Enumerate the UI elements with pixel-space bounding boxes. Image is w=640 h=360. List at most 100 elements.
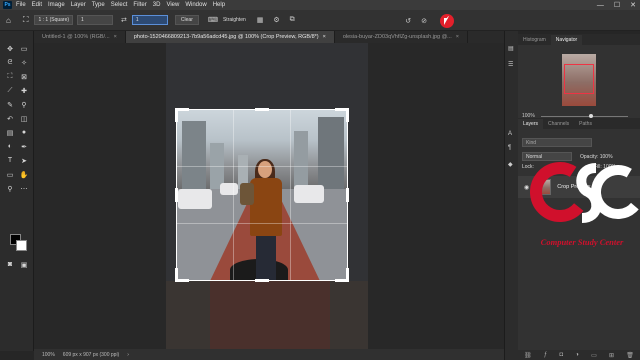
tools-panel: ✥ ▭ ᘓ ✧ ⛶ ⊠ ⟋ ✚ ✎ ⚲ ↶ ◫ ▤ ● ◐ ✒ T ➤ ▭ ✋ …: [0, 31, 34, 351]
tab-olesia[interactable]: olesia-buyar-ZD03qVhfIZg-unsplash.jpg @.…: [335, 31, 468, 43]
maximize-icon[interactable]: ☐: [614, 1, 620, 9]
crop-handle-top[interactable]: [255, 108, 269, 111]
stamp-tool-icon[interactable]: ⚲: [18, 101, 30, 109]
crop-handle-bottom[interactable]: [255, 279, 269, 282]
type-tool-icon[interactable]: T: [4, 157, 16, 164]
straighten-button[interactable]: Straighten: [223, 17, 246, 23]
document-image[interactable]: [166, 43, 368, 349]
status-arrow-icon[interactable]: ›: [127, 352, 129, 358]
tab-close-icon[interactable]: ×: [456, 34, 459, 40]
zoom-tool-icon[interactable]: ⚲: [4, 185, 16, 193]
ratio-preset-select[interactable]: 1 : 1 (Square): [34, 15, 74, 25]
grid-overlay-icon[interactable]: ▦: [257, 16, 264, 24]
history-panel-icon[interactable]: ▤: [508, 45, 514, 52]
blur-tool-icon[interactable]: ●: [18, 129, 30, 136]
crop-tool-icon[interactable]: ⛶: [4, 73, 16, 81]
layers-tabs: Layers Channels Paths: [518, 118, 640, 129]
crop-handle-right[interactable]: [346, 188, 349, 202]
path-selection-icon[interactable]: ➤: [18, 157, 30, 165]
navigator-zoom-slider[interactable]: [540, 113, 628, 118]
tab-navigator[interactable]: Navigator: [550, 35, 583, 45]
street-lane: [210, 281, 330, 349]
reset-icon[interactable]: ↺: [405, 17, 411, 25]
gradient-tool-icon[interactable]: ▤: [4, 129, 16, 137]
tab-channels[interactable]: Channels: [543, 119, 574, 129]
csc-logo: [530, 162, 640, 223]
cancel-icon[interactable]: ⊘: [421, 17, 427, 25]
crop-icon[interactable]: ⛶: [23, 15, 29, 25]
menu-layer[interactable]: Layer: [71, 2, 86, 8]
shape-tool-icon[interactable]: ▭: [4, 171, 16, 179]
brush-tool-icon[interactable]: ✎: [4, 101, 16, 109]
height-ratio-field[interactable]: 1: [131, 15, 168, 25]
tab-layers[interactable]: Layers: [518, 119, 544, 129]
magic-wand-icon[interactable]: ✧: [18, 59, 30, 67]
menu-edit[interactable]: Edit: [32, 2, 42, 8]
eraser-icon[interactable]: ◫: [18, 115, 30, 123]
tab-untitled[interactable]: Untitled-1 @ 100% (RGB/... ×: [34, 31, 126, 43]
hand-tool-icon[interactable]: ✋: [18, 171, 30, 179]
menu-filter[interactable]: Filter: [133, 2, 146, 8]
frame-tool-icon[interactable]: ⊠: [18, 73, 30, 81]
adjustment-icon[interactable]: ◑: [575, 352, 579, 358]
zoom-slider-knob[interactable]: [588, 113, 593, 118]
lasso-tool-icon[interactable]: ᘓ: [4, 59, 16, 67]
tab-close-icon[interactable]: ×: [114, 34, 117, 40]
close-icon[interactable]: ✕: [630, 1, 636, 9]
canvas-area[interactable]: [34, 43, 518, 349]
menu-file[interactable]: File: [16, 2, 26, 8]
menu-help[interactable]: Help: [213, 2, 225, 8]
swap-icon[interactable]: ⇄: [121, 16, 127, 24]
more-tools-icon[interactable]: ⋯: [18, 185, 30, 193]
crop-handle-bottom-right[interactable]: [346, 268, 349, 282]
artboard-tool-icon[interactable]: ▭: [18, 45, 30, 53]
menu-view[interactable]: View: [166, 2, 179, 8]
new-layer-icon[interactable]: ⊞: [609, 352, 614, 359]
menu-image[interactable]: Image: [48, 2, 65, 8]
dodge-tool-icon[interactable]: ◐: [4, 143, 16, 150]
tab-paths[interactable]: Paths: [574, 119, 597, 129]
watermark-text: Computer Study Center: [540, 237, 624, 247]
fx-icon[interactable]: ƒ: [544, 352, 547, 358]
quick-mask-icon[interactable]: ◙: [4, 261, 16, 268]
crop-handle-top-left[interactable]: [175, 108, 178, 122]
tab-histogram[interactable]: Histogram: [518, 35, 551, 45]
zoom-level[interactable]: 100%: [42, 352, 55, 358]
clear-button[interactable]: Clear: [174, 15, 199, 25]
group-icon[interactable]: ▭: [591, 352, 597, 359]
background-color-swatch[interactable]: [16, 240, 27, 251]
navigator-view-box[interactable]: [564, 64, 594, 94]
delete-icon[interactable]: 🗑: [626, 352, 634, 359]
content-aware-icon[interactable]: ⧉: [290, 16, 295, 24]
eyedropper-icon[interactable]: ⟋: [4, 87, 16, 95]
navigator-tabs: Histogram Navigator: [518, 34, 640, 45]
character-panel-icon[interactable]: A: [508, 131, 512, 137]
libraries-panel-icon[interactable]: ◆: [508, 161, 513, 168]
crop-handle-bottom-left[interactable]: [175, 268, 178, 282]
pen-tool-icon[interactable]: ✒: [18, 143, 30, 151]
menu-type[interactable]: Type: [92, 2, 105, 8]
eye-icon[interactable]: ◉: [524, 184, 529, 191]
window-controls: — ☐ ✕: [597, 0, 636, 10]
link-icon[interactable]: ⛓: [524, 352, 532, 359]
tab-close-icon[interactable]: ×: [323, 34, 326, 40]
healing-brush-icon[interactable]: ✚: [18, 87, 30, 95]
width-ratio-field[interactable]: 1: [77, 15, 114, 25]
settings-icon[interactable]: ⚙: [273, 16, 279, 24]
mask-icon[interactable]: ◘: [559, 352, 563, 358]
tab-photo[interactable]: photo-1520466809213-7b9a56adcd45.jpg @ 1…: [125, 31, 335, 43]
menu-select[interactable]: Select: [111, 2, 128, 8]
menu-window[interactable]: Window: [185, 2, 206, 8]
options-bar: ⌂ ⛶ 1 : 1 (Square) 1 ⇄ 1 Clear ⌨ Straigh…: [0, 10, 640, 31]
crop-handle-left[interactable]: [175, 188, 178, 202]
home-icon[interactable]: ⌂: [6, 16, 11, 25]
paragraph-panel-icon[interactable]: ¶: [508, 145, 511, 151]
screen-mode-icon[interactable]: ▣: [18, 261, 30, 269]
history-brush-icon[interactable]: ↶: [4, 115, 16, 123]
move-tool-icon[interactable]: ✥: [4, 45, 16, 53]
properties-panel-icon[interactable]: ☰: [508, 61, 513, 68]
menu-3d[interactable]: 3D: [153, 2, 161, 8]
crop-handle-top-right[interactable]: [346, 108, 349, 122]
straighten-icon[interactable]: ⌨: [208, 16, 218, 24]
minimize-icon[interactable]: —: [597, 2, 604, 9]
